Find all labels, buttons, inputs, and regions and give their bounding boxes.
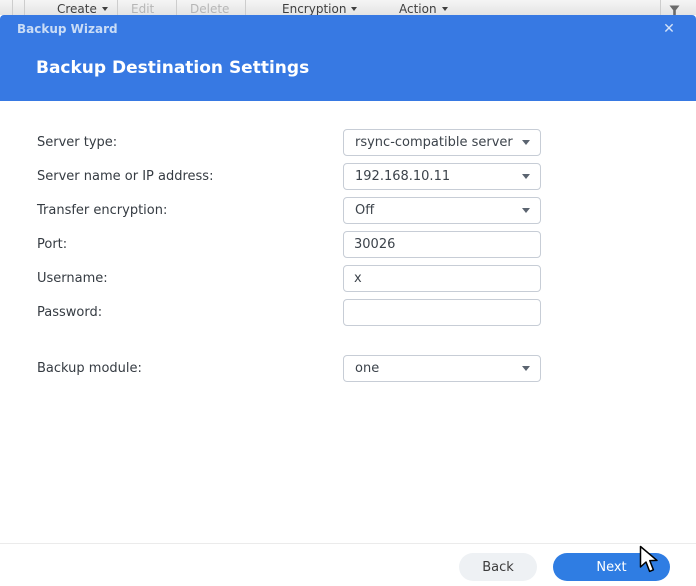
toolbar-create-button[interactable]: Create [57,1,108,15]
toolbar-divider [176,0,177,15]
dropdown-value: one [355,361,380,376]
port-label: Port: [37,237,68,252]
toolbar-encryption-button[interactable]: Encryption [282,1,358,15]
form-row-username: Username: [0,265,696,292]
dropdown-value: rsync-compatible server [355,135,513,150]
form-row-server-address: Server name or IP address: 192.168.10.11 [0,163,696,190]
back-button[interactable]: Back [459,553,537,581]
port-input[interactable] [343,231,541,258]
chevron-down-icon [522,140,530,145]
filter-funnel-icon[interactable] [669,2,680,15]
chevron-down-icon [101,7,108,11]
chevron-down-icon [441,7,448,11]
form-row-port: Port: [0,231,696,258]
toolbar-edit-button: Edit [131,2,155,15]
toolbar-divider [245,0,246,15]
server-address-combobox[interactable]: 192.168.10.11 [343,163,541,190]
dialog-title: Backup Wizard [17,22,118,36]
toolbar-divider [24,0,25,15]
chevron-down-icon [522,208,530,213]
backup-wizard-dialog: Backup Wizard ✕ Backup Destination Setti… [0,15,696,586]
toolbar-divider [117,0,118,15]
form-row-password: Password: [0,299,696,326]
page-title: Backup Destination Settings [36,58,310,78]
server-type-label: Server type: [37,135,118,150]
chevron-down-icon [351,7,358,11]
dropdown-value: Off [355,203,375,218]
username-label: Username: [37,271,108,286]
username-input[interactable] [343,265,541,292]
toolbar-delete-button: Delete [190,2,230,15]
password-input[interactable] [343,299,541,326]
server-address-label: Server name or IP address: [37,169,214,184]
combobox-value: 192.168.10.11 [355,169,451,184]
backup-module-dropdown[interactable]: one [343,355,541,382]
next-button[interactable]: Next [553,553,670,581]
close-icon[interactable]: ✕ [659,19,679,39]
transfer-encryption-dropdown[interactable]: Off [343,197,541,224]
form-row-backup-module: Backup module: one [0,355,696,382]
form-row-server-type: Server type: rsync-compatible server [0,129,696,156]
server-type-dropdown[interactable]: rsync-compatible server [343,129,541,156]
dialog-header: Backup Wizard ✕ Backup Destination Setti… [0,15,696,101]
toolbar: Create Edit Delete Encryption Action [0,0,696,15]
footer-divider [0,543,696,544]
toolbar-action-button[interactable]: Action [399,1,448,15]
chevron-down-icon [522,366,530,371]
chevron-down-icon [522,174,530,179]
toolbar-divider [660,0,661,15]
backup-module-label: Backup module: [37,361,142,376]
transfer-encryption-label: Transfer encryption: [37,203,168,218]
form-row-transfer-encryption: Transfer encryption: Off [0,197,696,224]
password-label: Password: [37,305,103,320]
toolbar-divider [12,0,13,15]
